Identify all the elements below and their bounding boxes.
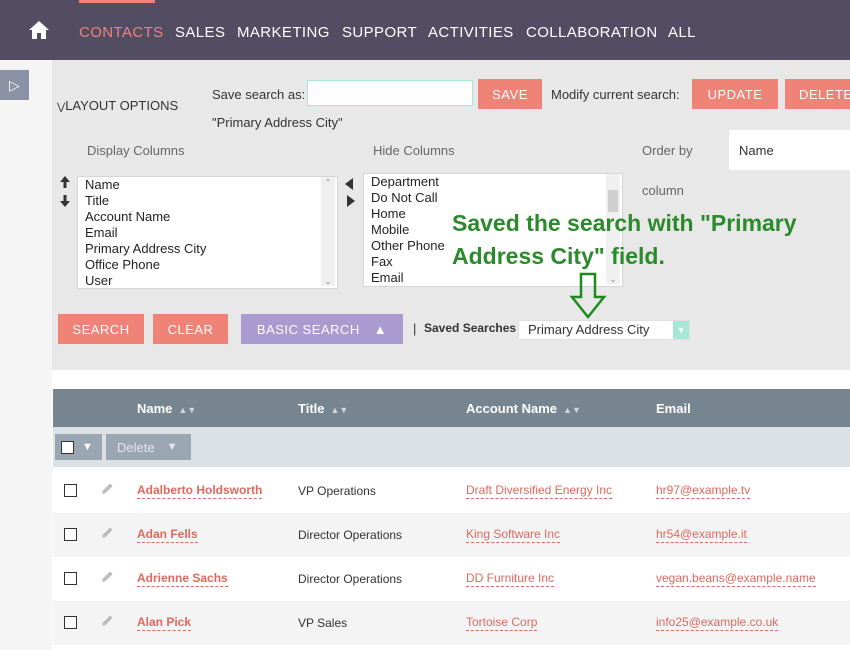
list-item[interactable]: Office Phone bbox=[78, 257, 337, 273]
table-row: Alan Pick VP Sales Tortoise Corp info25@… bbox=[53, 601, 850, 645]
nav-marketing[interactable]: MARKETING bbox=[237, 24, 330, 41]
move-down-arrow-icon[interactable] bbox=[59, 194, 71, 212]
save-search-input[interactable] bbox=[307, 80, 473, 106]
contact-name-link[interactable]: Adan Fells bbox=[137, 527, 198, 543]
saved-searches-label: Saved Searches bbox=[424, 321, 517, 335]
sidebar-toggle-button[interactable]: ▷ bbox=[0, 70, 29, 100]
row-checkbox[interactable] bbox=[64, 528, 77, 541]
list-item[interactable]: Name bbox=[78, 177, 337, 193]
delete-search-button[interactable]: DELETE bbox=[785, 79, 850, 109]
saved-searches-select[interactable]: Primary Address City ▼ bbox=[518, 320, 690, 340]
bulk-delete-button[interactable]: Delete ▼ bbox=[106, 434, 191, 460]
basic-search-button[interactable]: BASIC SEARCH ▲ bbox=[241, 314, 403, 344]
row-checkbox[interactable] bbox=[64, 484, 77, 497]
save-search-label: Save search as: bbox=[212, 87, 306, 102]
move-up-arrow-icon[interactable] bbox=[59, 175, 71, 193]
email-link[interactable]: hr97@example.tv bbox=[656, 483, 751, 499]
sidebar-strip bbox=[0, 60, 52, 650]
contact-name-link[interactable]: Alan Pick bbox=[137, 615, 192, 631]
list-item[interactable]: User bbox=[78, 273, 337, 288]
nav-contacts[interactable]: CONTACTS bbox=[79, 24, 164, 41]
active-tab-indicator bbox=[79, 0, 155, 3]
table-row: Adalberto Holdsworth VP Operations Draft… bbox=[53, 469, 850, 513]
list-item[interactable]: Email bbox=[78, 225, 337, 241]
email-link[interactable]: info25@example.co.uk bbox=[656, 615, 779, 631]
order-by-suffix: column bbox=[642, 183, 684, 198]
move-right-arrow-icon[interactable] bbox=[347, 194, 355, 212]
nav-activities[interactable]: ACTIVITIES bbox=[428, 24, 514, 41]
double-chevron-down-icon: ⋁ bbox=[57, 102, 66, 113]
play-icon: ▷ bbox=[9, 76, 20, 93]
list-item[interactable]: Do Not Call bbox=[364, 190, 622, 206]
contact-name-link[interactable]: Adrienne Sachs bbox=[137, 571, 228, 587]
nav-support[interactable]: SUPPORT bbox=[342, 24, 417, 41]
contact-title: VP Sales bbox=[298, 616, 348, 630]
account-name-link[interactable]: Draft Diversified Energy Inc bbox=[466, 483, 613, 499]
nav-sales[interactable]: SALES bbox=[175, 24, 225, 41]
sort-icon[interactable]: ▲▼ bbox=[178, 405, 196, 415]
clear-button[interactable]: CLEAR bbox=[153, 314, 228, 344]
layout-options-toggle[interactable]: ⋁LAYOUT OPTIONS bbox=[57, 98, 178, 113]
hide-columns-label: Hide Columns bbox=[373, 143, 455, 158]
display-columns-list[interactable]: Name Title Account Name Email Primary Ad… bbox=[77, 176, 338, 289]
table-row: Adan Fells Director Operations King Soft… bbox=[53, 513, 850, 557]
select-all-checkbox[interactable] bbox=[61, 440, 74, 454]
list-item[interactable]: Department bbox=[364, 174, 622, 190]
column-header-name[interactable]: Name ▲▼ bbox=[137, 401, 196, 416]
column-header-account-name[interactable]: Account Name ▲▼ bbox=[466, 401, 581, 416]
pencil-icon[interactable] bbox=[100, 482, 114, 501]
display-columns-scrollbar[interactable]: ⌃ ⌄ bbox=[321, 177, 335, 286]
save-button[interactable]: SAVE bbox=[478, 79, 542, 109]
select-all-dropdown[interactable]: ▼ bbox=[55, 434, 102, 460]
update-button[interactable]: UPDATE bbox=[692, 79, 778, 109]
account-name-link[interactable]: DD Furniture Inc bbox=[466, 571, 555, 587]
sort-icon[interactable]: ▲▼ bbox=[563, 405, 581, 415]
caret-down-icon: ▼ bbox=[166, 441, 178, 453]
column-header-title[interactable]: Title ▲▼ bbox=[298, 401, 348, 416]
chevron-down-icon: ⌄ bbox=[324, 277, 332, 286]
home-icon[interactable] bbox=[28, 19, 50, 41]
list-item[interactable]: Account Name bbox=[78, 209, 337, 225]
contact-title: Director Operations bbox=[298, 572, 403, 586]
sort-icon[interactable]: ▲▼ bbox=[331, 405, 349, 415]
display-columns-label: Display Columns bbox=[87, 143, 185, 158]
current-saved-search-name: "Primary Address City" bbox=[212, 115, 343, 130]
chevron-down-icon[interactable]: ▼ bbox=[673, 321, 689, 339]
move-left-arrow-icon[interactable] bbox=[345, 177, 353, 195]
nav-collaboration[interactable]: COLLABORATION bbox=[526, 24, 658, 41]
separator: | bbox=[413, 321, 417, 336]
list-item[interactable]: Title bbox=[78, 193, 337, 209]
contact-name-link[interactable]: Adalberto Holdsworth bbox=[137, 483, 263, 499]
caret-up-icon: ▲ bbox=[373, 321, 388, 337]
order-by-select[interactable]: Name bbox=[729, 130, 850, 170]
order-by-value: Name bbox=[739, 143, 774, 158]
search-button[interactable]: SEARCH bbox=[58, 314, 144, 344]
annotation-arrow-icon bbox=[569, 272, 607, 325]
column-header-email[interactable]: Email bbox=[656, 401, 691, 416]
email-link[interactable]: vegan.beans@example.name bbox=[656, 571, 816, 587]
row-checkbox[interactable] bbox=[64, 572, 77, 585]
caret-down-icon: ▼ bbox=[82, 441, 93, 453]
account-name-link[interactable]: King Software Inc bbox=[466, 527, 561, 543]
nav-all[interactable]: ALL bbox=[668, 24, 696, 41]
row-checkbox[interactable] bbox=[64, 616, 77, 629]
contact-title: VP Operations bbox=[298, 484, 376, 498]
saved-searches-value: Primary Address City bbox=[528, 322, 650, 337]
table-row: Adrienne Sachs Director Operations DD Fu… bbox=[53, 557, 850, 601]
contact-title: Director Operations bbox=[298, 528, 403, 542]
email-link[interactable]: hr54@example.it bbox=[656, 527, 747, 543]
pencil-icon[interactable] bbox=[100, 570, 114, 589]
chevron-down-icon: ⌄ bbox=[609, 275, 617, 284]
modify-search-label: Modify current search: bbox=[551, 87, 680, 102]
annotation-text: Saved the search with "Primary Address C… bbox=[452, 210, 797, 269]
list-item[interactable]: Primary Address City bbox=[78, 241, 337, 257]
account-name-link[interactable]: Tortoise Corp bbox=[466, 615, 538, 631]
chevron-up-icon: ⌃ bbox=[324, 178, 332, 187]
pencil-icon[interactable] bbox=[100, 614, 114, 633]
order-by-label: Order by bbox=[642, 143, 693, 158]
pencil-icon[interactable] bbox=[100, 526, 114, 545]
